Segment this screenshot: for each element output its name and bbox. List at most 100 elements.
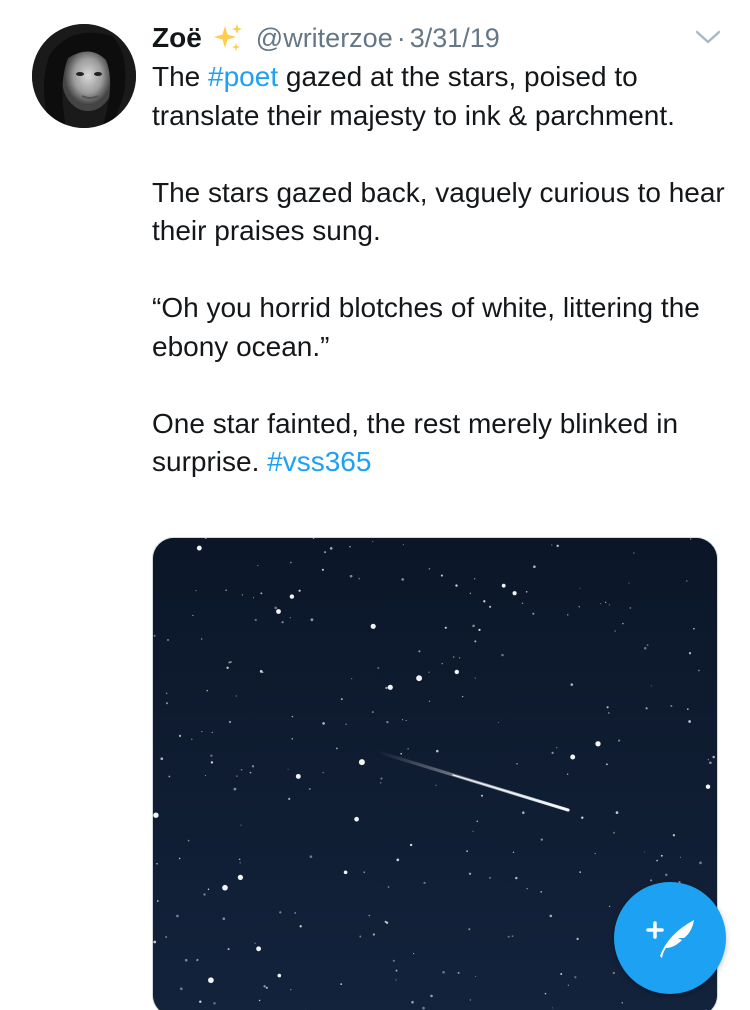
star: [289, 594, 295, 599]
text-segment: The: [152, 61, 209, 92]
star: [210, 754, 213, 757]
star: [656, 859, 658, 862]
star: [458, 657, 461, 659]
star: [249, 771, 252, 774]
star: [501, 583, 506, 588]
star: [576, 937, 579, 941]
star: [413, 952, 415, 955]
star: [196, 545, 202, 551]
star: [488, 876, 492, 879]
star: [650, 685, 652, 687]
star: [570, 754, 576, 760]
tweet-header: Zoë @writerzoe · 3/31/19: [152, 20, 500, 56]
star: [222, 884, 228, 891]
star: [442, 970, 445, 974]
star: [263, 985, 266, 988]
tweet-date[interactable]: 3/31/19: [410, 23, 500, 54]
hashtag-link-poet[interactable]: #poet: [208, 61, 278, 92]
star: [395, 969, 398, 972]
star: [206, 689, 208, 692]
star: [153, 812, 159, 818]
star: [475, 975, 477, 978]
star: [672, 833, 676, 837]
star: [329, 547, 333, 550]
avatar[interactable]: [32, 24, 136, 128]
star: [423, 881, 426, 885]
star: [544, 992, 547, 995]
star: [191, 738, 193, 740]
star: [686, 708, 689, 710]
star: [497, 721, 499, 723]
star: [168, 775, 171, 778]
star: [259, 670, 263, 673]
star: [380, 777, 383, 780]
star: [240, 769, 243, 771]
star: [256, 946, 262, 952]
star: [512, 591, 517, 596]
star: [461, 695, 464, 698]
star: [254, 618, 257, 622]
star: [512, 851, 515, 853]
star: [363, 871, 366, 874]
star: [468, 928, 471, 931]
star: [349, 546, 351, 548]
star: [712, 755, 715, 759]
star: [379, 782, 382, 784]
star: [476, 820, 479, 823]
star: [354, 816, 359, 822]
star: [377, 666, 380, 670]
star: [199, 1000, 202, 1003]
star: [567, 984, 569, 986]
star: [349, 574, 353, 578]
star: [392, 959, 395, 962]
star: [660, 854, 663, 857]
star: [469, 592, 472, 595]
star: [281, 621, 284, 624]
star: [478, 628, 481, 632]
star: [184, 958, 188, 962]
star: [570, 683, 574, 686]
star: [521, 811, 525, 815]
star: [165, 702, 169, 705]
tweet-card[interactable]: Zoë @writerzoe · 3/31/19 The #poet gazed…: [0, 0, 750, 1010]
star: [265, 986, 268, 989]
star: [698, 669, 700, 672]
star: [233, 787, 237, 791]
star: [160, 757, 164, 761]
star: [213, 1002, 216, 1005]
star: [322, 771, 324, 774]
star: [154, 1006, 157, 1009]
star: [295, 773, 301, 779]
text-segment: One star fainted, the rest merely blinke…: [152, 407, 679, 478]
star: [444, 626, 447, 629]
star: [411, 1000, 414, 1004]
star: [579, 587, 581, 589]
star: [165, 692, 168, 695]
star: [688, 652, 692, 655]
star: [622, 622, 624, 625]
star: [178, 734, 182, 738]
star: [407, 748, 409, 750]
star: [401, 718, 404, 721]
star: [709, 761, 712, 765]
star: [551, 1007, 553, 1009]
star: [290, 989, 292, 991]
star: [605, 763, 608, 766]
star: [156, 900, 159, 902]
star: [358, 759, 365, 766]
star: [452, 656, 455, 658]
star: [665, 873, 668, 876]
star: [533, 565, 536, 568]
star: [521, 602, 524, 604]
display-name[interactable]: Zoë: [152, 22, 202, 54]
star: [276, 609, 281, 614]
tweet-paragraph-4: One star fainted, the rest merely blinke…: [152, 405, 732, 482]
star: [608, 604, 611, 606]
compose-tweet-button[interactable]: [614, 882, 726, 994]
user-handle[interactable]: @writerzoe: [256, 23, 393, 54]
chevron-down-icon[interactable]: [694, 26, 722, 48]
star: [472, 830, 474, 832]
star: [560, 973, 563, 975]
hashtag-link-vss365[interactable]: #vss365: [267, 446, 371, 477]
star: [291, 715, 294, 718]
